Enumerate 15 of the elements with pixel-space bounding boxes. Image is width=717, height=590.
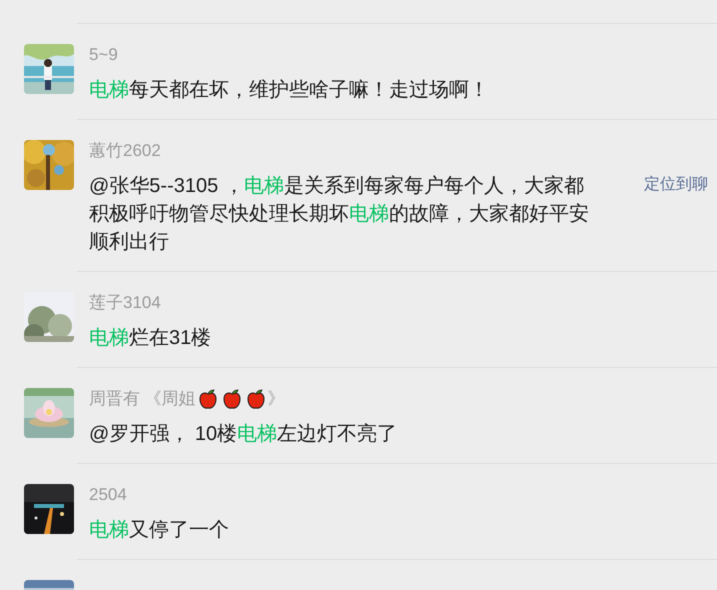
sender-name: 莲子3104 [89,292,161,314]
apple-icon [220,388,243,410]
sender-name: 蕙竹2602 [89,140,161,162]
sender-name: 5~9 [89,44,118,66]
sender-name: 》 [268,388,285,410]
apple-icon [196,388,219,410]
sender-name: 周晋有 《周姐 [89,388,196,410]
message-text: 电梯又停了一个 [89,518,229,543]
message-text: @张华5--3105 ，电梯是关系到每家每户每个人，大家都 积极呼吁物管尽快处理长期坏电梯的故障，大家都好平安 顺利出行 [89,174,589,255]
message-text: 电梯烂在31楼 [89,326,212,351]
locate-in-chat-link[interactable]: 定位到聊 [644,174,708,195]
message-text: 电梯每天都在坏，维护些啥子嘛！走过场啊！ [89,78,489,103]
apple-icon [244,388,267,410]
message-text: @罗开强， 10楼电梯左边灯不亮了 [89,422,398,447]
sender-name: 2504 [89,484,127,506]
